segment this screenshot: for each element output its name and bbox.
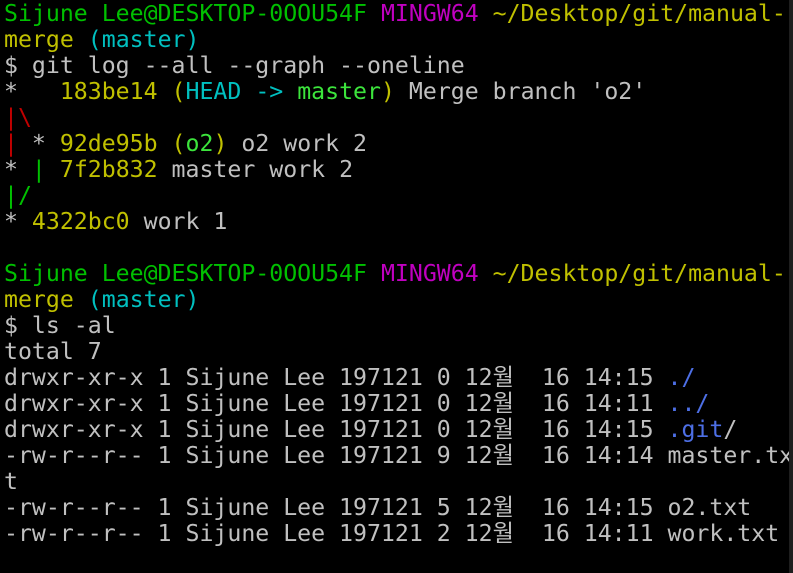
listing-row: -rw-r--r-- 1 Sijune Lee 197121 5 12월 16 … — [0, 495, 789, 521]
ref-o2: o2 — [185, 130, 214, 157]
graph-edge: |/ — [4, 182, 32, 209]
listing-row: -rw-r--r-- 1 Sijune Lee 197121 2 12월 16 … — [0, 521, 789, 547]
graph-line: | * 92de95b (o2) o2 work 2 — [0, 131, 789, 157]
prompt-line: Sijune Lee@DESKTOP-0OOU54F MINGW64 ~/Des… — [0, 261, 789, 287]
ref-open: ( — [171, 78, 186, 105]
prompt-path: ~/Desktop/git/manual- — [492, 0, 786, 27]
prompt-user-host: Sijune Lee@DESKTOP-0OOU54F — [4, 0, 367, 27]
listing-row: drwxr-xr-x 1 Sijune Lee 197121 0 12월 16 … — [0, 417, 789, 443]
commit-message: o2 work 2 — [227, 130, 368, 157]
prompt-path-continued: merge — [4, 26, 74, 53]
prompt-user-host: Sijune Lee@DESKTOP-0OOU54F — [4, 260, 367, 287]
listing-file-name: o2.txt — [667, 494, 752, 521]
listing-row: drwxr-xr-x 1 Sijune Lee 197121 0 12월 16 … — [0, 365, 789, 391]
ref-close: ) — [213, 130, 228, 157]
graph-marker: * — [4, 78, 60, 105]
command-line: $ ls -al — [0, 313, 789, 339]
listing-dir-name: .git — [667, 416, 724, 443]
listing-meta: drwxr-xr-x 1 Sijune Lee 197121 0 12월 16 … — [4, 416, 668, 443]
commit-message: work 1 — [129, 208, 228, 235]
prompt-system: MINGW64 — [380, 0, 479, 27]
terminal-scrollbar[interactable] — [789, 0, 793, 573]
ref-master: master — [297, 78, 381, 105]
listing-row: drwxr-xr-x 1 Sijune Lee 197121 0 12월 16 … — [0, 391, 789, 417]
commit-message: Merge branch 'o2' — [394, 78, 647, 105]
graph-marker: * — [4, 208, 32, 235]
ref-open: ( — [157, 130, 186, 157]
listing-dir-suffix: / — [723, 416, 738, 443]
prompt-system: MINGW64 — [380, 260, 479, 287]
listing-file-name: master.tx — [667, 442, 790, 469]
graph-edge: |\ — [4, 104, 32, 131]
prompt-path-continued: merge — [4, 286, 74, 313]
commit-hash: 183be14 — [59, 78, 158, 105]
graph-line: |\ — [0, 105, 789, 131]
command-line: $ git log --all --graph --oneline — [0, 53, 789, 79]
listing-meta: -rw-r--r-- 1 Sijune Lee 197121 9 12월 16 … — [4, 442, 668, 469]
graph-line: * | 7f2b832 master work 2 — [0, 157, 789, 183]
command-text: $ git log --all --graph --oneline — [4, 52, 465, 79]
ref-close: ) — [380, 78, 395, 105]
graph-line: * 183be14 (HEAD -> master) Merge branch … — [0, 79, 789, 105]
listing-file-name-continued: t — [4, 468, 18, 495]
commit-hash: 7f2b832 — [59, 156, 158, 183]
listing-file-name: work.txt — [667, 520, 780, 547]
graph-line: * 4322bc0 work 1 — [0, 209, 789, 235]
terminal-window[interactable]: Sijune Lee@DESKTOP-0OOU54F MINGW64 ~/Des… — [0, 0, 789, 573]
commit-hash: 92de95b — [59, 130, 158, 157]
listing-meta: -rw-r--r-- 1 Sijune Lee 197121 2 12월 16 … — [4, 520, 668, 547]
graph-edge: | — [4, 130, 18, 157]
listing-row: -rw-r--r-- 1 Sijune Lee 197121 9 12월 16 … — [0, 443, 789, 469]
command-text: $ ls -al — [4, 312, 116, 339]
graph-edge: | — [31, 156, 46, 183]
listing-meta: drwxr-xr-x 1 Sijune Lee 197121 0 12월 16 … — [4, 390, 668, 417]
listing-meta: -rw-r--r-- 1 Sijune Lee 197121 5 12월 16 … — [4, 494, 668, 521]
prompt-line: Sijune Lee@DESKTOP-0OOU54F MINGW64 ~/Des… — [0, 1, 789, 27]
output-line: total 7 — [0, 339, 789, 365]
commit-message: master work 2 — [157, 156, 354, 183]
prompt-line-wrap: merge (master) — [0, 27, 789, 53]
ref-head: HEAD -> — [185, 78, 298, 105]
listing-meta: drwxr-xr-x 1 Sijune Lee 197121 0 12월 16 … — [4, 364, 668, 391]
listing-dir-name: ./ — [667, 364, 696, 391]
graph-line: |/ — [0, 183, 789, 209]
prompt-line-wrap: merge (master) — [0, 287, 789, 313]
prompt-path: ~/Desktop/git/manual- — [492, 260, 786, 287]
commit-hash: 4322bc0 — [31, 208, 130, 235]
listing-dir-name: ../ — [667, 390, 710, 417]
listing-row-wrap: t — [0, 469, 789, 495]
graph-marker: * — [17, 130, 60, 157]
total-text: total 7 — [4, 338, 102, 365]
prompt-branch: (master) — [87, 286, 200, 313]
graph-marker: * — [4, 156, 32, 183]
prompt-branch: (master) — [87, 26, 200, 53]
